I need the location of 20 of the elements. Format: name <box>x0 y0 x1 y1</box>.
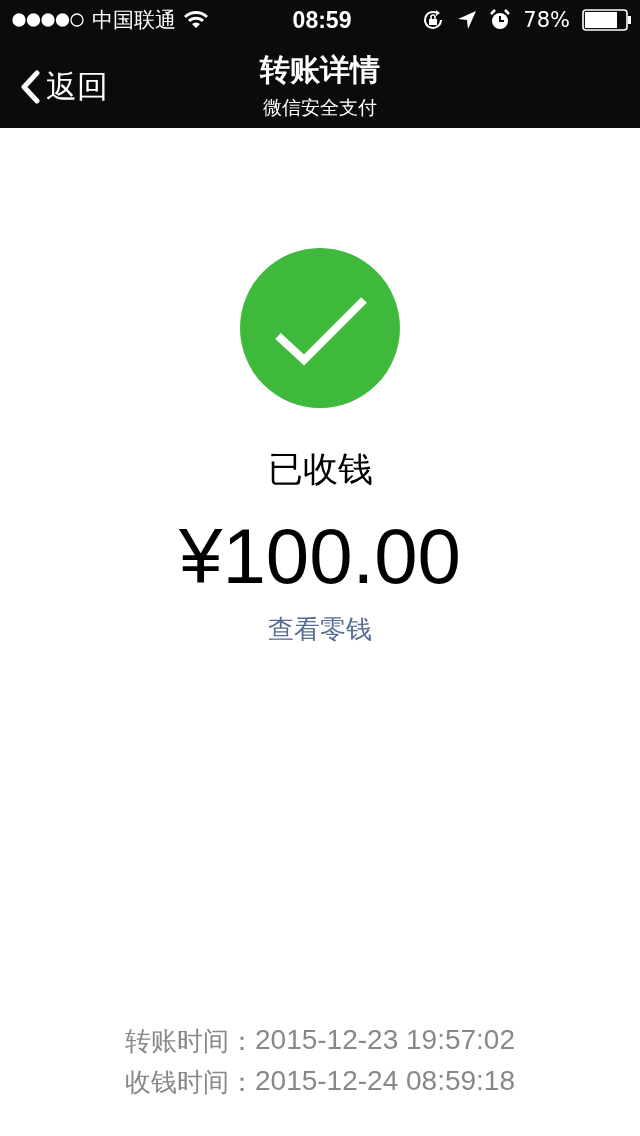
page-subtitle: 微信安全支付 <box>263 95 377 120</box>
check-circle-icon <box>240 248 400 408</box>
alarm-clock-icon <box>489 9 512 31</box>
view-balance-link[interactable]: 查看零钱 <box>268 612 372 647</box>
time-label: 转账时间： <box>125 1025 255 1058</box>
back-button[interactable]: 返回 <box>14 62 114 112</box>
status-text: 已收钱 <box>267 448 373 491</box>
page-title: 转账详情 <box>260 51 380 89</box>
signal-icon <box>12 13 84 27</box>
time-value: 2015-12-23 19:57:02 <box>255 1024 515 1057</box>
carrier-name: 中国联通 <box>92 7 176 34</box>
amount-text: ¥100.00 <box>179 511 461 602</box>
battery-icon <box>582 9 632 31</box>
time-value: 2015-12-24 08:59:18 <box>255 1065 515 1098</box>
wifi-icon <box>184 11 208 29</box>
status-time: 08:59 <box>292 6 352 34</box>
location-arrow-icon <box>457 10 478 30</box>
battery-percentage: 78% <box>523 8 570 32</box>
time-label: 收钱时间： <box>125 1066 255 1099</box>
chevron-left-icon <box>20 70 40 104</box>
